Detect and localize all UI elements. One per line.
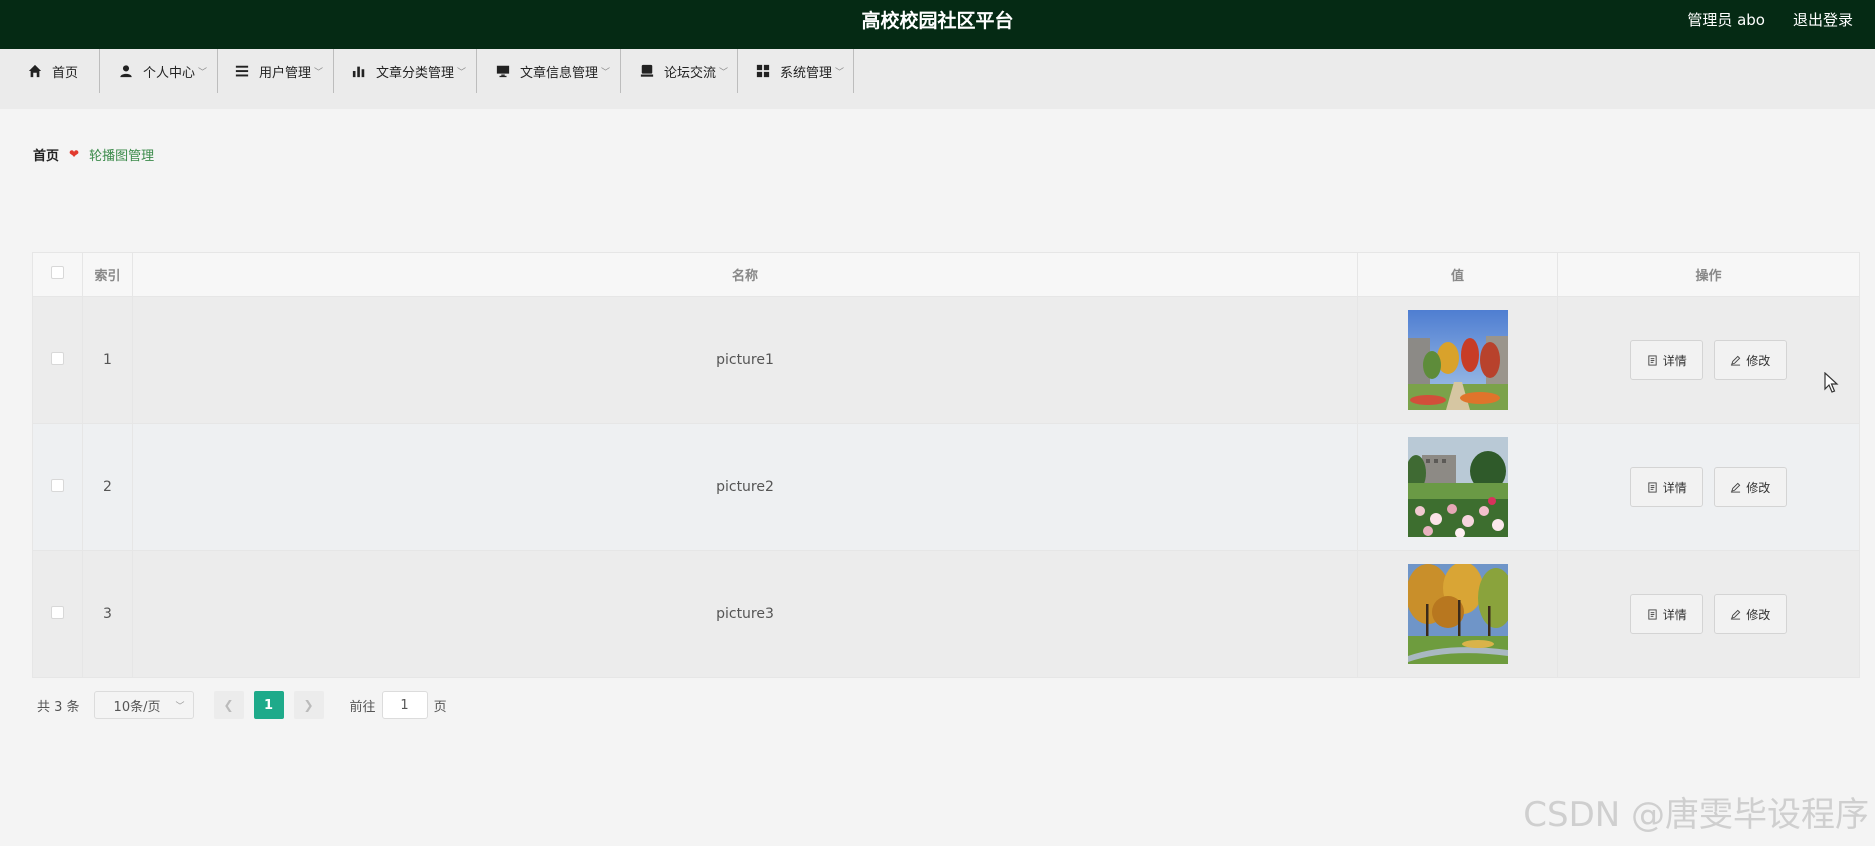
detail-button[interactable]: 详情	[1630, 594, 1704, 634]
campus-flower-garden-photo[interactable]	[1407, 437, 1508, 537]
monitor-icon	[496, 65, 510, 78]
row-actions-cell: 详情 修改	[1557, 423, 1860, 551]
pencil-icon	[1731, 609, 1741, 620]
select-all-cell	[32, 252, 83, 297]
grid-icon	[756, 64, 770, 78]
chevron-down-icon: ﹀	[314, 67, 324, 78]
chat-icon	[640, 64, 654, 77]
admin-label: 管理员 abo	[1687, 11, 1765, 29]
row-actions-cell: 详情 修改	[1557, 296, 1860, 424]
edit-button[interactable]: 修改	[1713, 467, 1787, 507]
pencil-icon	[1731, 482, 1741, 493]
nav-item-system[interactable]: 系统管理 ﹀	[756, 49, 854, 93]
edit-button[interactable]: 修改	[1713, 594, 1787, 634]
chevron-down-icon: ﹀	[719, 67, 729, 78]
row-checkbox[interactable]	[51, 478, 64, 492]
detail-button[interactable]: 详情	[1630, 467, 1704, 507]
nav-item-article-info[interactable]: 文章信息管理 ﹀	[496, 49, 621, 93]
row-name: picture3	[132, 550, 1358, 678]
nav-item-personal-center[interactable]: 个人中心 ﹀	[119, 49, 218, 93]
column-header-name: 名称	[132, 252, 1358, 297]
document-icon	[1648, 481, 1657, 493]
site-title: 高校校园社区平台	[861, 10, 1014, 32]
breadcrumb-home[interactable]: 首页	[33, 145, 59, 164]
nav-item-label: 个人中心	[143, 65, 196, 81]
nav-item-label: 文章信息管理	[520, 65, 599, 81]
table-header-row: 索引 名称 值 操作	[32, 252, 1860, 297]
home-icon	[28, 64, 42, 78]
column-header-value: 值	[1357, 252, 1558, 297]
row-value-cell	[1357, 423, 1558, 551]
table-row: 3 picture3 详情 修改	[32, 550, 1860, 678]
row-value-cell	[1357, 550, 1558, 678]
row-name: picture1	[132, 296, 1358, 424]
edit-button-label: 修改	[1746, 607, 1771, 622]
edit-button-label: 修改	[1746, 480, 1771, 495]
column-header-index: 索引	[82, 252, 133, 297]
campus-autumn-trees-photo[interactable]	[1407, 310, 1508, 410]
goto-page-input[interactable]	[381, 691, 428, 719]
select-all-checkbox[interactable]	[51, 266, 64, 279]
row-select-cell	[32, 550, 83, 678]
prev-page-button[interactable]: ❮	[213, 691, 244, 719]
bar-chart-icon	[352, 66, 365, 78]
campus-yellow-trees-photo[interactable]	[1407, 564, 1508, 664]
chevron-down-icon: ﹀	[457, 67, 467, 78]
table-row: 2 picture2 详情 修改	[32, 423, 1860, 551]
list-icon	[235, 65, 249, 77]
document-icon	[1648, 608, 1657, 620]
row-index: 3	[82, 550, 133, 678]
detail-button-label: 详情	[1662, 480, 1687, 495]
chevron-down-icon: ﹀	[835, 67, 845, 78]
edit-button-label: 修改	[1746, 353, 1771, 368]
chevron-down-icon: ﹀	[198, 67, 208, 78]
page-number-current[interactable]: 1	[253, 691, 284, 719]
table-row: 1 picture1 详情 修改	[32, 296, 1860, 424]
nav-item-label: 文章分类管理	[376, 65, 455, 81]
pagination: 共 3 条 10条/页 ﹀ ❮ 1 ❯ 前往 页	[37, 690, 447, 720]
row-checkbox[interactable]	[51, 351, 64, 365]
row-select-cell	[32, 423, 83, 551]
nav-item-label: 系统管理	[780, 65, 833, 81]
nav-item-user-management[interactable]: 用户管理 ﹀	[235, 49, 334, 93]
pencil-icon	[1731, 355, 1741, 366]
breadcrumb: 首页 ❤ 轮播图管理	[33, 145, 155, 164]
user-icon	[120, 65, 132, 78]
nav-item-home[interactable]: 首页	[28, 49, 100, 93]
nav-item-label: 论坛交流	[664, 65, 717, 81]
column-header-actions: 操作	[1557, 252, 1860, 297]
page-size-select[interactable]: 10条/页 ﹀	[93, 691, 194, 719]
main-nav: 首页 个人中心 ﹀ 用户管理 ﹀ 文章分类管理 ﹀ 文章信息管理 ﹀ 论坛交流 …	[0, 49, 1875, 109]
logout-link[interactable]: 退出登录	[1793, 0, 1853, 40]
row-name: picture2	[132, 423, 1358, 551]
total-count: 共 3 条	[37, 699, 80, 715]
top-header: 高校校园社区平台 管理员 abo 退出登录	[0, 0, 1875, 49]
detail-button-label: 详情	[1662, 353, 1687, 368]
page-size-value: 10条/页	[113, 699, 161, 715]
mouse-cursor-icon	[1824, 372, 1839, 393]
detail-button[interactable]: 详情	[1630, 340, 1704, 380]
nav-item-label: 用户管理	[259, 65, 312, 81]
chevron-down-icon: ﹀	[601, 67, 611, 78]
row-index: 1	[82, 296, 133, 424]
chevron-down-icon: ﹀	[175, 701, 185, 712]
document-icon	[1648, 354, 1657, 366]
row-actions-cell: 详情 修改	[1557, 550, 1860, 678]
breadcrumb-current: 轮播图管理	[89, 148, 155, 164]
row-index: 2	[82, 423, 133, 551]
watermark-text: CSDN @唐雯毕设程序	[1523, 795, 1869, 835]
nav-item-forum[interactable]: 论坛交流 ﹀	[640, 49, 738, 93]
row-checkbox[interactable]	[51, 605, 64, 619]
nav-item-label: 首页	[52, 65, 79, 81]
edit-button[interactable]: 修改	[1713, 340, 1787, 380]
goto-label: 前往	[349, 699, 376, 715]
carousel-table: 索引 名称 值 操作 1 picture1 详情 修改 2 picture2 详…	[32, 252, 1860, 678]
nav-item-article-category[interactable]: 文章分类管理 ﹀	[352, 49, 477, 93]
next-page-button[interactable]: ❯	[293, 691, 324, 719]
page-unit-label: 页	[433, 699, 447, 715]
row-value-cell	[1357, 296, 1558, 424]
detail-button-label: 详情	[1662, 607, 1687, 622]
row-select-cell	[32, 296, 83, 424]
heart-icon: ❤	[69, 147, 80, 161]
